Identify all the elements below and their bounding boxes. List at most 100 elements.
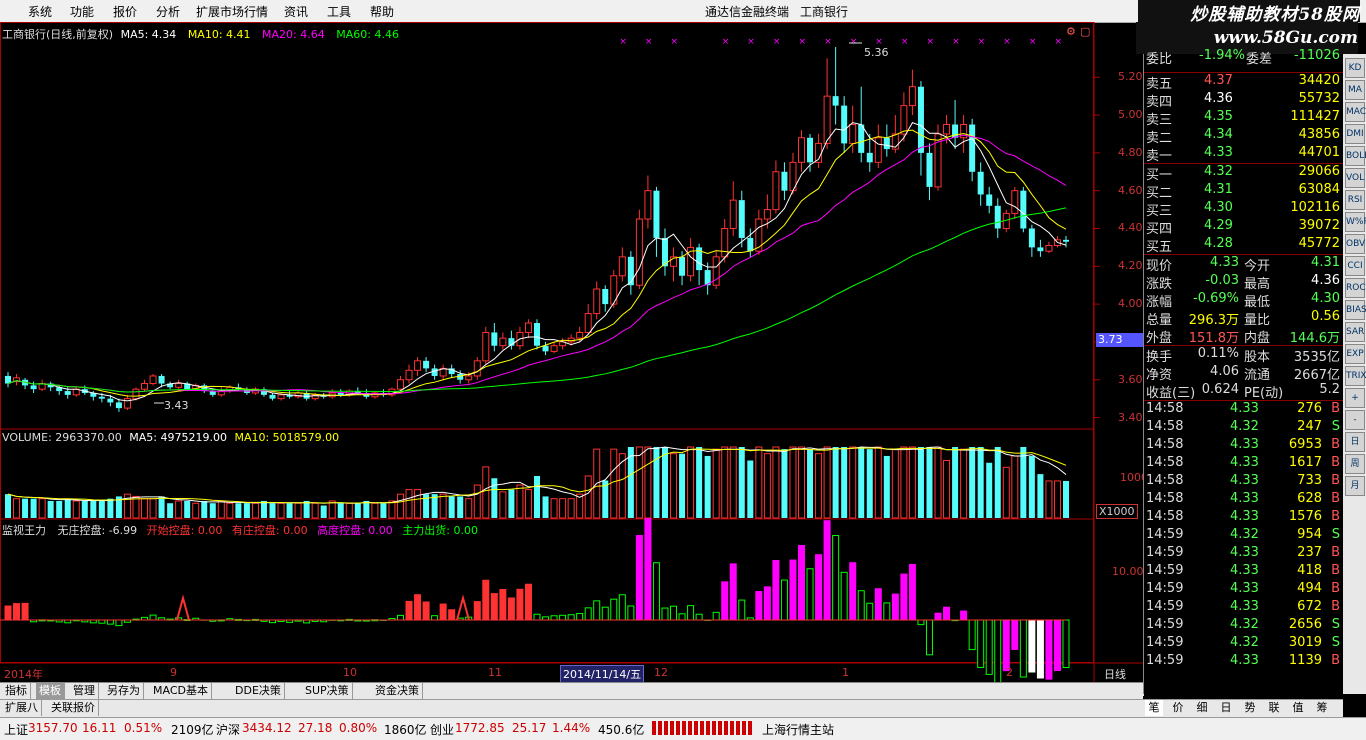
sidebar-btn-rsi[interactable]: RSI: [1345, 190, 1365, 210]
candle-body: [534, 323, 540, 346]
tabs-tab-5[interactable]: DDE决策: [232, 683, 285, 699]
tabs-tab-3[interactable]: 另存为: [104, 683, 144, 699]
tabs2-tab-1[interactable]: 关联报价: [48, 700, 99, 716]
volume-bar: [159, 496, 165, 518]
indicator-value-b: 开始控盘: 0.00: [147, 524, 223, 537]
panel-tab-7[interactable]: 筹: [1313, 700, 1331, 716]
menu-item-function[interactable]: 功能: [70, 3, 94, 20]
menu-item-extended-market[interactable]: 扩展市场行情: [196, 3, 268, 20]
sidebar-btn-x[interactable]: +: [1345, 388, 1365, 408]
tick-row: 14:594.32954S: [1144, 527, 1344, 545]
candle-body: [628, 257, 634, 285]
buy-row: 买五4.2845772: [1144, 236, 1344, 254]
indicator-bar: [730, 564, 736, 620]
volume-bar: [611, 449, 617, 518]
sidebar-btn-obv[interactable]: OBV: [1345, 234, 1365, 254]
extended-tab-bar: 扩展八关联报价: [0, 699, 1143, 717]
tabs-tab-4[interactable]: MACD基本: [150, 683, 212, 699]
menu-item-system[interactable]: 系统: [28, 3, 52, 20]
menu-item-quote[interactable]: 报价: [113, 3, 137, 20]
menu-item-info[interactable]: 资讯: [284, 3, 308, 20]
settings-icon[interactable]: ⚙: [1066, 25, 1076, 38]
menu-item-help[interactable]: 帮助: [370, 3, 394, 20]
indicator-bar: [1029, 620, 1035, 672]
tick-price: 4.33: [1230, 581, 1259, 596]
signal-marker: ×: [671, 37, 679, 47]
period-label[interactable]: 日线: [1104, 666, 1126, 682]
volume-bar: [483, 467, 489, 518]
sidebar-btn-ma[interactable]: MA: [1345, 80, 1365, 100]
candle-body: [176, 384, 182, 388]
volume-bar: [261, 501, 267, 518]
stat-label-2: 内盘: [1244, 327, 1270, 346]
sidebar-btn-sar[interactable]: SAR: [1345, 322, 1365, 342]
tick-side: B: [1331, 401, 1340, 416]
sell-level-price: 4.37: [1204, 73, 1233, 88]
panel-tab-6[interactable]: 值: [1289, 700, 1307, 716]
volume-bar: [875, 447, 881, 518]
sell-row: 卖三4.35111427: [1144, 109, 1344, 127]
volume-bar: [133, 496, 139, 518]
sidebar-btn-dmi[interactable]: DMI: [1345, 124, 1365, 144]
indicator-bar: [440, 604, 446, 620]
sidebar-btn-boll[interactable]: BOLL: [1345, 146, 1365, 166]
volume-bar: [466, 499, 472, 518]
sell-row: 卖五4.3734420: [1144, 73, 1344, 91]
tabs-tab-6[interactable]: SUP决策: [302, 683, 353, 699]
sidebar-btn-x[interactable]: 周: [1345, 454, 1365, 474]
buy-level-label: 买五: [1146, 236, 1172, 255]
volume-bar: [705, 456, 711, 518]
indicator-sidebar: KDMAMACDDMIBOLLVOLRSIW%ROBVCCIROCBIASSAR…: [1343, 54, 1366, 694]
volume-bar: [82, 501, 88, 518]
menu-item-tools[interactable]: 工具: [327, 3, 351, 20]
sidebar-btn-wxr[interactable]: W%R: [1345, 212, 1365, 232]
sidebar-btn-roc[interactable]: ROC: [1345, 278, 1365, 298]
volume-bar: [850, 447, 856, 518]
tabs-tab-7[interactable]: 资金决策: [372, 683, 423, 699]
sidebar-btn-x[interactable]: 月: [1345, 476, 1365, 496]
stat-label-2: 最低: [1244, 291, 1270, 310]
window-icon[interactable]: ▢: [1080, 25, 1090, 38]
tick-side: B: [1331, 653, 1340, 668]
kline-chart-svg[interactable]: ×××××××××××××××××: [0, 22, 1143, 682]
sidebar-btn-trix[interactable]: TRIX: [1345, 366, 1365, 386]
sidebar-btn-macd[interactable]: MACD: [1345, 102, 1365, 122]
menu-item-analysis[interactable]: 分析: [156, 3, 180, 20]
tick-price: 4.33: [1230, 545, 1259, 560]
chart-area[interactable]: ××××××××××××××××× 工商银行(日线,前复权) MA5: 4.34…: [0, 22, 1143, 682]
panel-tab-2[interactable]: 细: [1193, 700, 1211, 716]
tabs2-tab-0[interactable]: 扩展八: [2, 700, 42, 716]
signal-marker: ×: [799, 37, 807, 47]
sidebar-btn-kd[interactable]: KD: [1345, 58, 1365, 78]
indicator-bar: [1046, 620, 1052, 679]
volume-bar: [662, 447, 668, 518]
panel-tab-1[interactable]: 价: [1169, 700, 1187, 716]
panel-tab-5[interactable]: 联: [1265, 700, 1283, 716]
indicator-bar: [483, 580, 489, 620]
panel-tab-3[interactable]: 日: [1217, 700, 1235, 716]
sidebar-btn-x[interactable]: 日: [1345, 432, 1365, 452]
indicator-bar: [415, 595, 421, 620]
indicator-bar: [1054, 620, 1060, 670]
panel-tab-0[interactable]: 笔: [1145, 700, 1163, 716]
panel-tab-4[interactable]: 势: [1241, 700, 1259, 716]
sidebar-btn-bias[interactable]: BIAS: [1345, 300, 1365, 320]
candle-body: [679, 257, 685, 276]
indicator-bar: [22, 603, 28, 620]
sell-level-label: 卖三: [1146, 109, 1172, 128]
sidebar-btn-vol[interactable]: VOL: [1345, 168, 1365, 188]
tabs-tab-2[interactable]: 管理: [70, 683, 99, 699]
candle-body: [278, 395, 284, 399]
buy-level-price: 4.31: [1204, 182, 1233, 197]
tabs-tab-0[interactable]: 指标: [2, 683, 31, 699]
price-tick-label: 3.60: [1118, 373, 1143, 386]
indicator-bar: [995, 620, 1001, 682]
sidebar-btn-x[interactable]: -: [1345, 410, 1365, 430]
stat-row: 涨幅-0.69%最低4.30: [1144, 291, 1344, 309]
tick-volume: 672: [1297, 599, 1322, 614]
tick-row: 14:594.33672B: [1144, 599, 1344, 617]
sidebar-btn-exp[interactable]: EXP: [1345, 344, 1365, 364]
sidebar-btn-cci[interactable]: CCI: [1345, 256, 1365, 276]
signal-marker: ×: [824, 37, 832, 47]
tabs-tab-1[interactable]: 模板: [36, 683, 65, 699]
